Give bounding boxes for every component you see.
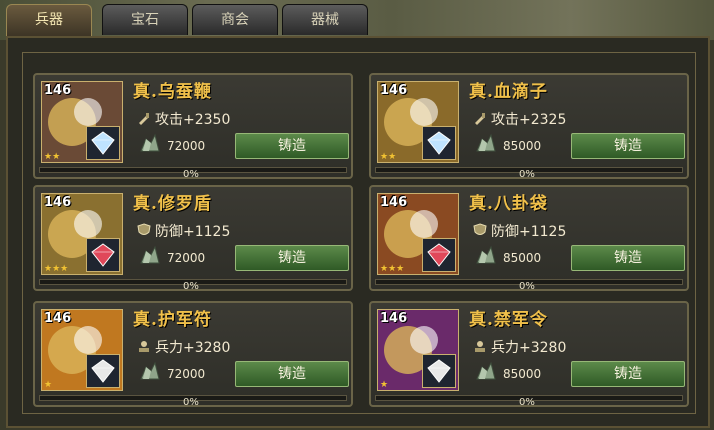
gem-icon	[91, 243, 115, 267]
forge-progress-text: 0%	[519, 281, 535, 292]
ore-icon	[476, 361, 496, 380]
tab-gems[interactable]: 宝石	[102, 4, 188, 35]
tab-machinery[interactable]: 器械	[282, 4, 368, 35]
forge-progress-text: 0%	[519, 397, 535, 408]
ore-cost: 72000	[167, 251, 206, 265]
star-rating: ★★★	[44, 264, 69, 274]
gem-slot-ruby[interactable]	[422, 238, 456, 272]
item-name: 真.修罗盾	[133, 194, 212, 214]
item-level: 146	[44, 311, 72, 326]
ore-cost: 85000	[503, 139, 542, 153]
item-level: 146	[44, 195, 72, 210]
item-level: 146	[44, 83, 72, 98]
ore-icon	[476, 133, 496, 152]
item-name: 真.血滴子	[469, 82, 548, 102]
forge-progress-text: 0%	[183, 281, 199, 292]
item-name: 真.护军符	[133, 310, 212, 330]
gem-slot-diamond[interactable]	[86, 126, 120, 160]
star-rating: ★★	[380, 152, 397, 162]
item-portrait[interactable]: 146 ★★	[377, 81, 459, 163]
forge-button[interactable]: 铸造	[571, 133, 685, 159]
forge-panel-inner: 146 ★★ 真.乌蚕鞭 攻击+2350 72000 铸造 0% 146 ★★ …	[22, 52, 696, 414]
ore-cost: 85000	[503, 367, 542, 381]
item-level: 146	[380, 195, 408, 210]
ore-icon	[140, 361, 160, 380]
ore-cost: 85000	[503, 251, 542, 265]
gem-slot-pearl[interactable]	[86, 354, 120, 388]
item-portrait[interactable]: 146 ★★	[41, 81, 123, 163]
forge-item-card-4: 146 ★★★ 真.八卦袋 防御+1125 85000 铸造 0%	[369, 185, 689, 292]
forge-item-card-2: 146 ★★ 真.血滴子 攻击+2325 85000 铸造 0%	[369, 73, 689, 180]
item-portrait[interactable]: 146 ★★★	[41, 193, 123, 275]
item-portrait[interactable]: 146 ★★★	[377, 193, 459, 275]
gem-icon	[427, 243, 451, 267]
item-level: 146	[380, 83, 408, 98]
forge-item-card-5: 146 ★ 真.护军符 兵力+3280 72000 铸造 0%	[33, 301, 353, 408]
gem-icon	[91, 359, 115, 383]
soldier-icon	[139, 341, 149, 352]
item-stat: 攻击+2325	[491, 112, 567, 128]
ore-icon	[140, 245, 160, 264]
item-name: 真.八卦袋	[469, 194, 548, 214]
forge-button[interactable]: 铸造	[235, 245, 349, 271]
item-level: 146	[380, 311, 408, 326]
forge-item-card-3: 146 ★★★ 真.修罗盾 防御+1125 72000 铸造 0%	[33, 185, 353, 292]
gem-icon	[427, 131, 451, 155]
gem-icon	[427, 359, 451, 383]
item-stat: 兵力+3280	[491, 340, 567, 356]
item-stat: 防御+1125	[491, 224, 567, 240]
star-rating: ★★	[44, 152, 61, 162]
gem-slot-pearl[interactable]	[422, 354, 456, 388]
item-portrait[interactable]: 146 ★	[41, 309, 123, 391]
forge-progress-text: 0%	[183, 397, 199, 408]
item-stat: 攻击+2350	[155, 112, 231, 128]
ore-icon	[476, 245, 496, 264]
ore-icon	[140, 133, 160, 152]
forge-progress-text: 0%	[183, 169, 199, 180]
ore-cost: 72000	[167, 139, 206, 153]
star-rating: ★	[380, 380, 389, 390]
forge-item-card-6: 146 ★ 真.禁军令 兵力+3280 85000 铸造 0%	[369, 301, 689, 408]
forge-item-card-1: 146 ★★ 真.乌蚕鞭 攻击+2350 72000 铸造 0%	[33, 73, 353, 180]
item-name: 真.乌蚕鞭	[133, 82, 212, 102]
sword-icon	[139, 113, 149, 125]
soldier-icon	[475, 341, 485, 352]
forge-panel: 146 ★★ 真.乌蚕鞭 攻击+2350 72000 铸造 0% 146 ★★ …	[6, 36, 710, 428]
forge-button[interactable]: 铸造	[571, 361, 685, 387]
tab-guild[interactable]: 商会	[192, 4, 278, 35]
forge-button[interactable]: 铸造	[235, 133, 349, 159]
sword-icon	[475, 113, 485, 125]
forge-button[interactable]: 铸造	[235, 361, 349, 387]
item-stat: 防御+1125	[155, 224, 231, 240]
star-rating: ★★★	[380, 264, 405, 274]
star-rating: ★	[44, 380, 53, 390]
item-portrait[interactable]: 146 ★	[377, 309, 459, 391]
item-stat: 兵力+3280	[155, 340, 231, 356]
forge-progress-text: 0%	[519, 169, 535, 180]
forge-button[interactable]: 铸造	[571, 245, 685, 271]
shield-icon	[137, 223, 151, 235]
ore-cost: 72000	[167, 367, 206, 381]
gem-icon	[91, 131, 115, 155]
item-name: 真.禁军令	[469, 310, 548, 330]
gem-slot-ruby[interactable]	[86, 238, 120, 272]
tab-weapons[interactable]: 兵器	[6, 4, 92, 38]
gem-slot-diamond[interactable]	[422, 126, 456, 160]
shield-icon	[473, 223, 487, 235]
